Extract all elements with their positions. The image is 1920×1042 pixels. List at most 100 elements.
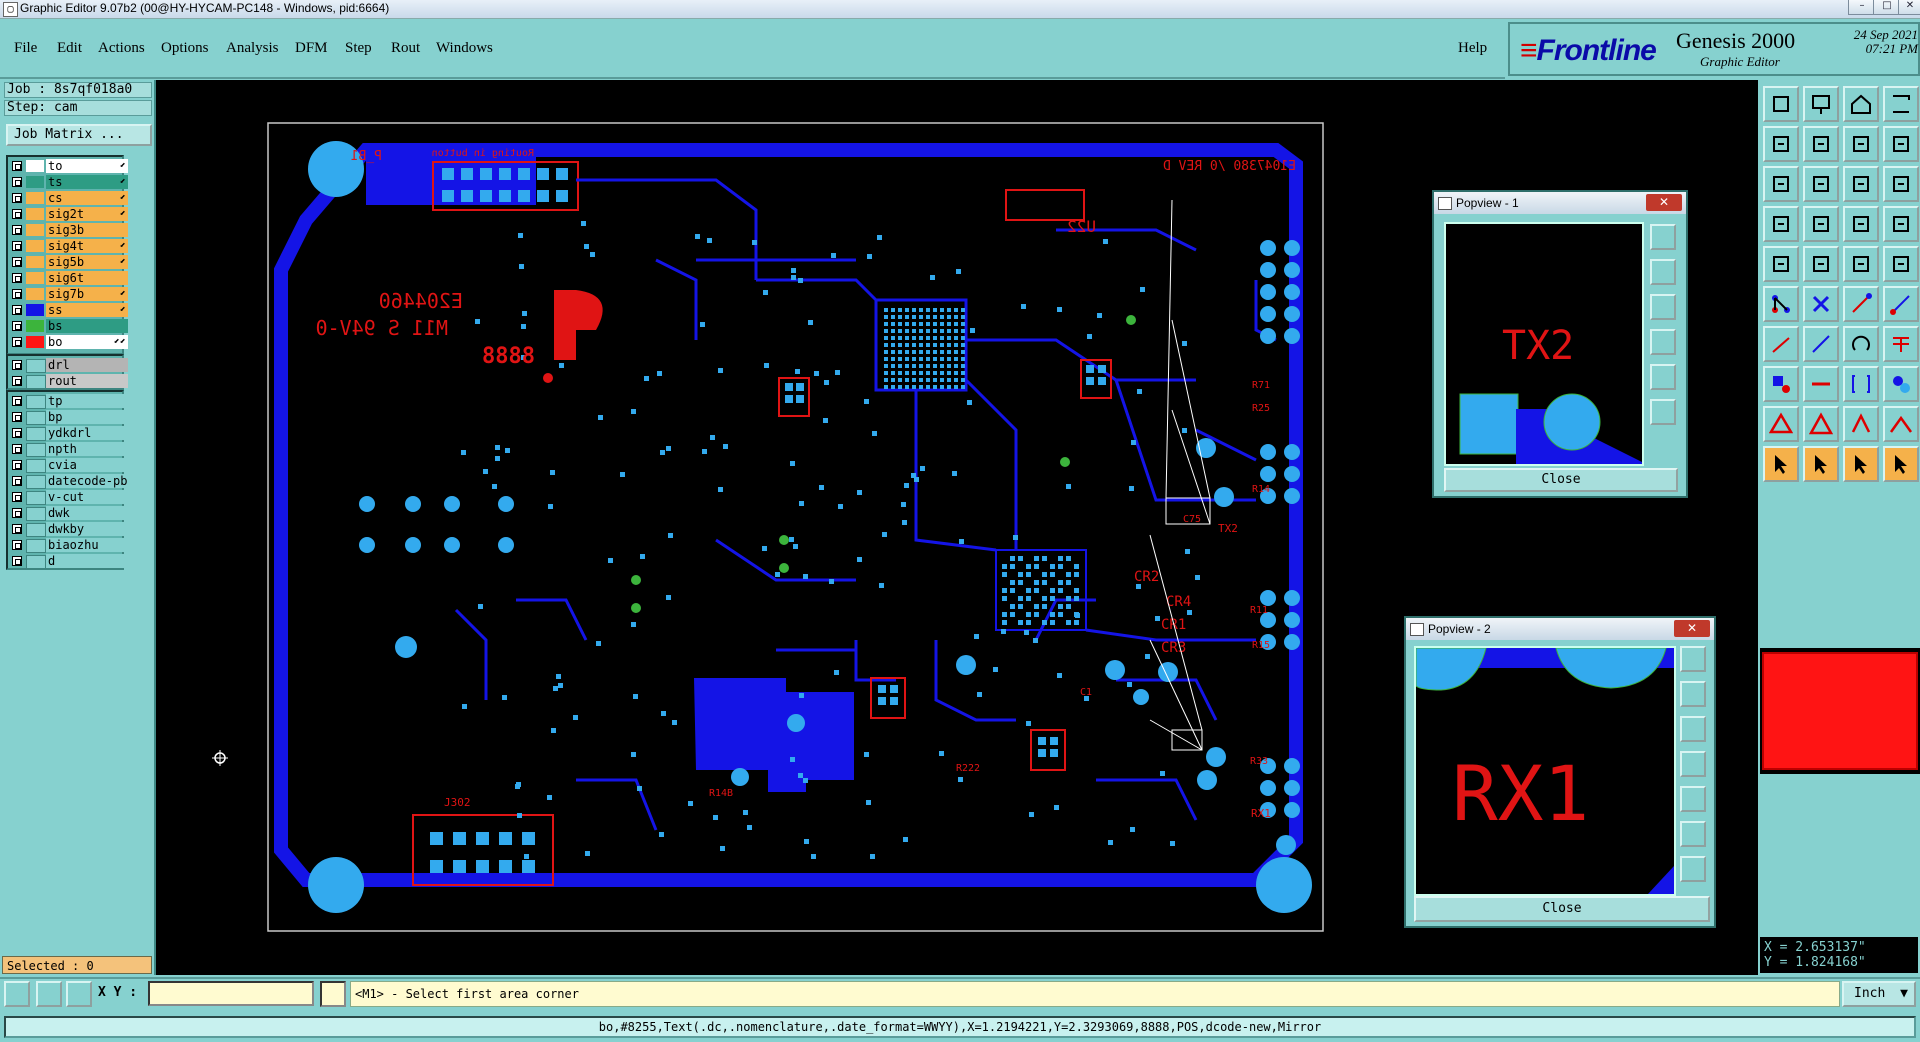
join-icon[interactable]: [1883, 286, 1919, 322]
layer-color-swatch[interactable]: [26, 507, 46, 521]
layer-row-tp[interactable]: tp: [8, 393, 128, 409]
layer-checkbox[interactable]: [12, 257, 22, 267]
bracket-icon[interactable]: [1843, 366, 1879, 402]
draw-icon[interactable]: [1803, 246, 1839, 282]
align-icon[interactable]: [1883, 326, 1919, 362]
popview-pan-right-icon[interactable]: [1650, 364, 1676, 390]
text-a-icon[interactable]: [1803, 406, 1839, 442]
layer-name[interactable]: ts ⬋: [46, 175, 128, 189]
layer-name[interactable]: dwk: [46, 506, 128, 520]
layer-name[interactable]: ss ⬋: [46, 303, 128, 317]
layer-checkbox[interactable]: [12, 476, 22, 486]
cursor-d-icon[interactable]: [1883, 446, 1919, 482]
layer-checkbox[interactable]: [12, 540, 22, 550]
zoom-in-icon[interactable]: [1803, 86, 1839, 122]
layer-name[interactable]: npth: [46, 442, 128, 456]
popview-zoom-fit-icon[interactable]: [1680, 646, 1706, 672]
layer-checkbox[interactable]: [12, 508, 22, 518]
minus-icon[interactable]: [1803, 366, 1839, 402]
home-icon[interactable]: [1843, 86, 1879, 122]
layer-checkbox[interactable]: [12, 305, 22, 315]
layer-color-swatch[interactable]: [26, 539, 46, 553]
layer-checkbox[interactable]: [12, 376, 22, 386]
layer-row-bs[interactable]: bs: [8, 318, 128, 334]
layer-row-bo[interactable]: bo ⬋⬋: [8, 334, 128, 350]
menu-edit[interactable]: Edit: [57, 40, 82, 57]
popview-zoom-out-icon[interactable]: [1680, 716, 1706, 742]
layer-settings-icon[interactable]: [1883, 206, 1919, 242]
snap-grid-icon[interactable]: [4, 981, 30, 1007]
layer-checkbox[interactable]: [12, 524, 22, 534]
layer-row-npth[interactable]: npth: [8, 441, 128, 457]
menu-windows[interactable]: Windows: [436, 40, 493, 57]
popview-expand-icon[interactable]: [1650, 399, 1676, 425]
layer-name[interactable]: ydkdrl: [46, 426, 128, 440]
menu-step[interactable]: Step: [345, 40, 372, 57]
layer-row-drl[interactable]: drl: [8, 357, 128, 373]
cursor-b-icon[interactable]: [1803, 446, 1839, 482]
window-close-button[interactable]: ✕: [1898, 0, 1920, 15]
zoom-area-icon[interactable]: [1803, 166, 1839, 202]
layer-color-swatch[interactable]: [26, 555, 46, 569]
x-icon[interactable]: [1803, 286, 1839, 322]
layer-row-dwk[interactable]: dwk: [8, 505, 128, 521]
resize-icon[interactable]: [1883, 126, 1919, 162]
maximize-button[interactable]: □: [1873, 0, 1901, 15]
layer-color-swatch[interactable]: [26, 208, 44, 220]
layer-checkbox[interactable]: [12, 161, 22, 171]
popview-expand-icon[interactable]: [1680, 821, 1706, 847]
popview-1-close-x[interactable]: ✕: [1646, 194, 1682, 211]
popview-zoom-in-icon[interactable]: [1680, 681, 1706, 707]
minimize-button[interactable]: –: [1848, 0, 1876, 15]
layer-checkbox[interactable]: [12, 444, 22, 454]
layer-checkbox[interactable]: [12, 492, 22, 502]
fit-icon[interactable]: [1843, 126, 1879, 162]
layer-row-dwkby[interactable]: dwkby: [8, 521, 128, 537]
layer-name[interactable]: v-cut: [46, 490, 128, 504]
layer-name[interactable]: to ⬋: [46, 159, 128, 173]
layer-checkbox[interactable]: [12, 177, 22, 187]
pan-left-icon[interactable]: [1763, 126, 1799, 162]
layer-color-swatch[interactable]: [26, 256, 44, 268]
units-select[interactable]: Inch ▼: [1842, 981, 1916, 1007]
layer-color-swatch[interactable]: [26, 288, 44, 300]
popview-1-close-button[interactable]: Close: [1444, 468, 1678, 492]
pen-icon[interactable]: [1803, 326, 1839, 362]
layer-checkbox[interactable]: [12, 289, 22, 299]
layer-name[interactable]: bp: [46, 410, 128, 424]
layer-colors-icon[interactable]: [1843, 206, 1879, 242]
triangle-warn-icon[interactable]: [1763, 406, 1799, 442]
layer-row-sig6t[interactable]: sig6t: [8, 270, 128, 286]
layer-name[interactable]: cs ⬋: [46, 191, 128, 205]
layer-name[interactable]: datecode-pb: [46, 474, 128, 488]
active-layer-color-swatch[interactable]: [1762, 652, 1918, 770]
layer-row-v-cut[interactable]: v-cut: [8, 489, 128, 505]
layer-row-sig3b[interactable]: sig3b: [8, 222, 128, 238]
point-edit-icon[interactable]: [1763, 366, 1799, 402]
rotate-icon[interactable]: [1883, 366, 1919, 402]
layer-color-swatch[interactable]: [26, 375, 46, 389]
popview-zoom-fit-icon[interactable]: [1650, 224, 1676, 250]
popview-pan-icon[interactable]: [1680, 751, 1706, 777]
layer-checkbox[interactable]: [12, 556, 22, 566]
layer-color-swatch[interactable]: [26, 272, 44, 284]
popview-pan-icon[interactable]: [1650, 329, 1676, 355]
layer-name[interactable]: bs: [46, 319, 128, 333]
popview-zoom-out-icon[interactable]: [1650, 294, 1676, 320]
layer-row-sig4t[interactable]: sig4t ⬋: [8, 238, 128, 254]
layer-name[interactable]: d: [46, 554, 128, 568]
popview-2-close-button[interactable]: Close: [1414, 896, 1710, 922]
layer-row-biaozhu[interactable]: biaozhu: [8, 537, 128, 553]
layer-name[interactable]: sig4t ⬋: [46, 239, 128, 253]
layer-name[interactable]: biaozhu: [46, 538, 128, 552]
message-toggle-icon[interactable]: [320, 981, 346, 1007]
layer-color-swatch[interactable]: [26, 427, 46, 441]
layer-color-swatch[interactable]: [26, 304, 44, 316]
layer-checkbox[interactable]: [12, 396, 22, 406]
pad-select-icon[interactable]: [1763, 246, 1799, 282]
menu-file[interactable]: File: [14, 40, 37, 57]
layer-color-swatch[interactable]: [26, 320, 44, 332]
layer-row-bp[interactable]: bp: [8, 409, 128, 425]
menu-dfm[interactable]: DFM: [295, 40, 328, 57]
popview-zoom-in-icon[interactable]: [1650, 259, 1676, 285]
